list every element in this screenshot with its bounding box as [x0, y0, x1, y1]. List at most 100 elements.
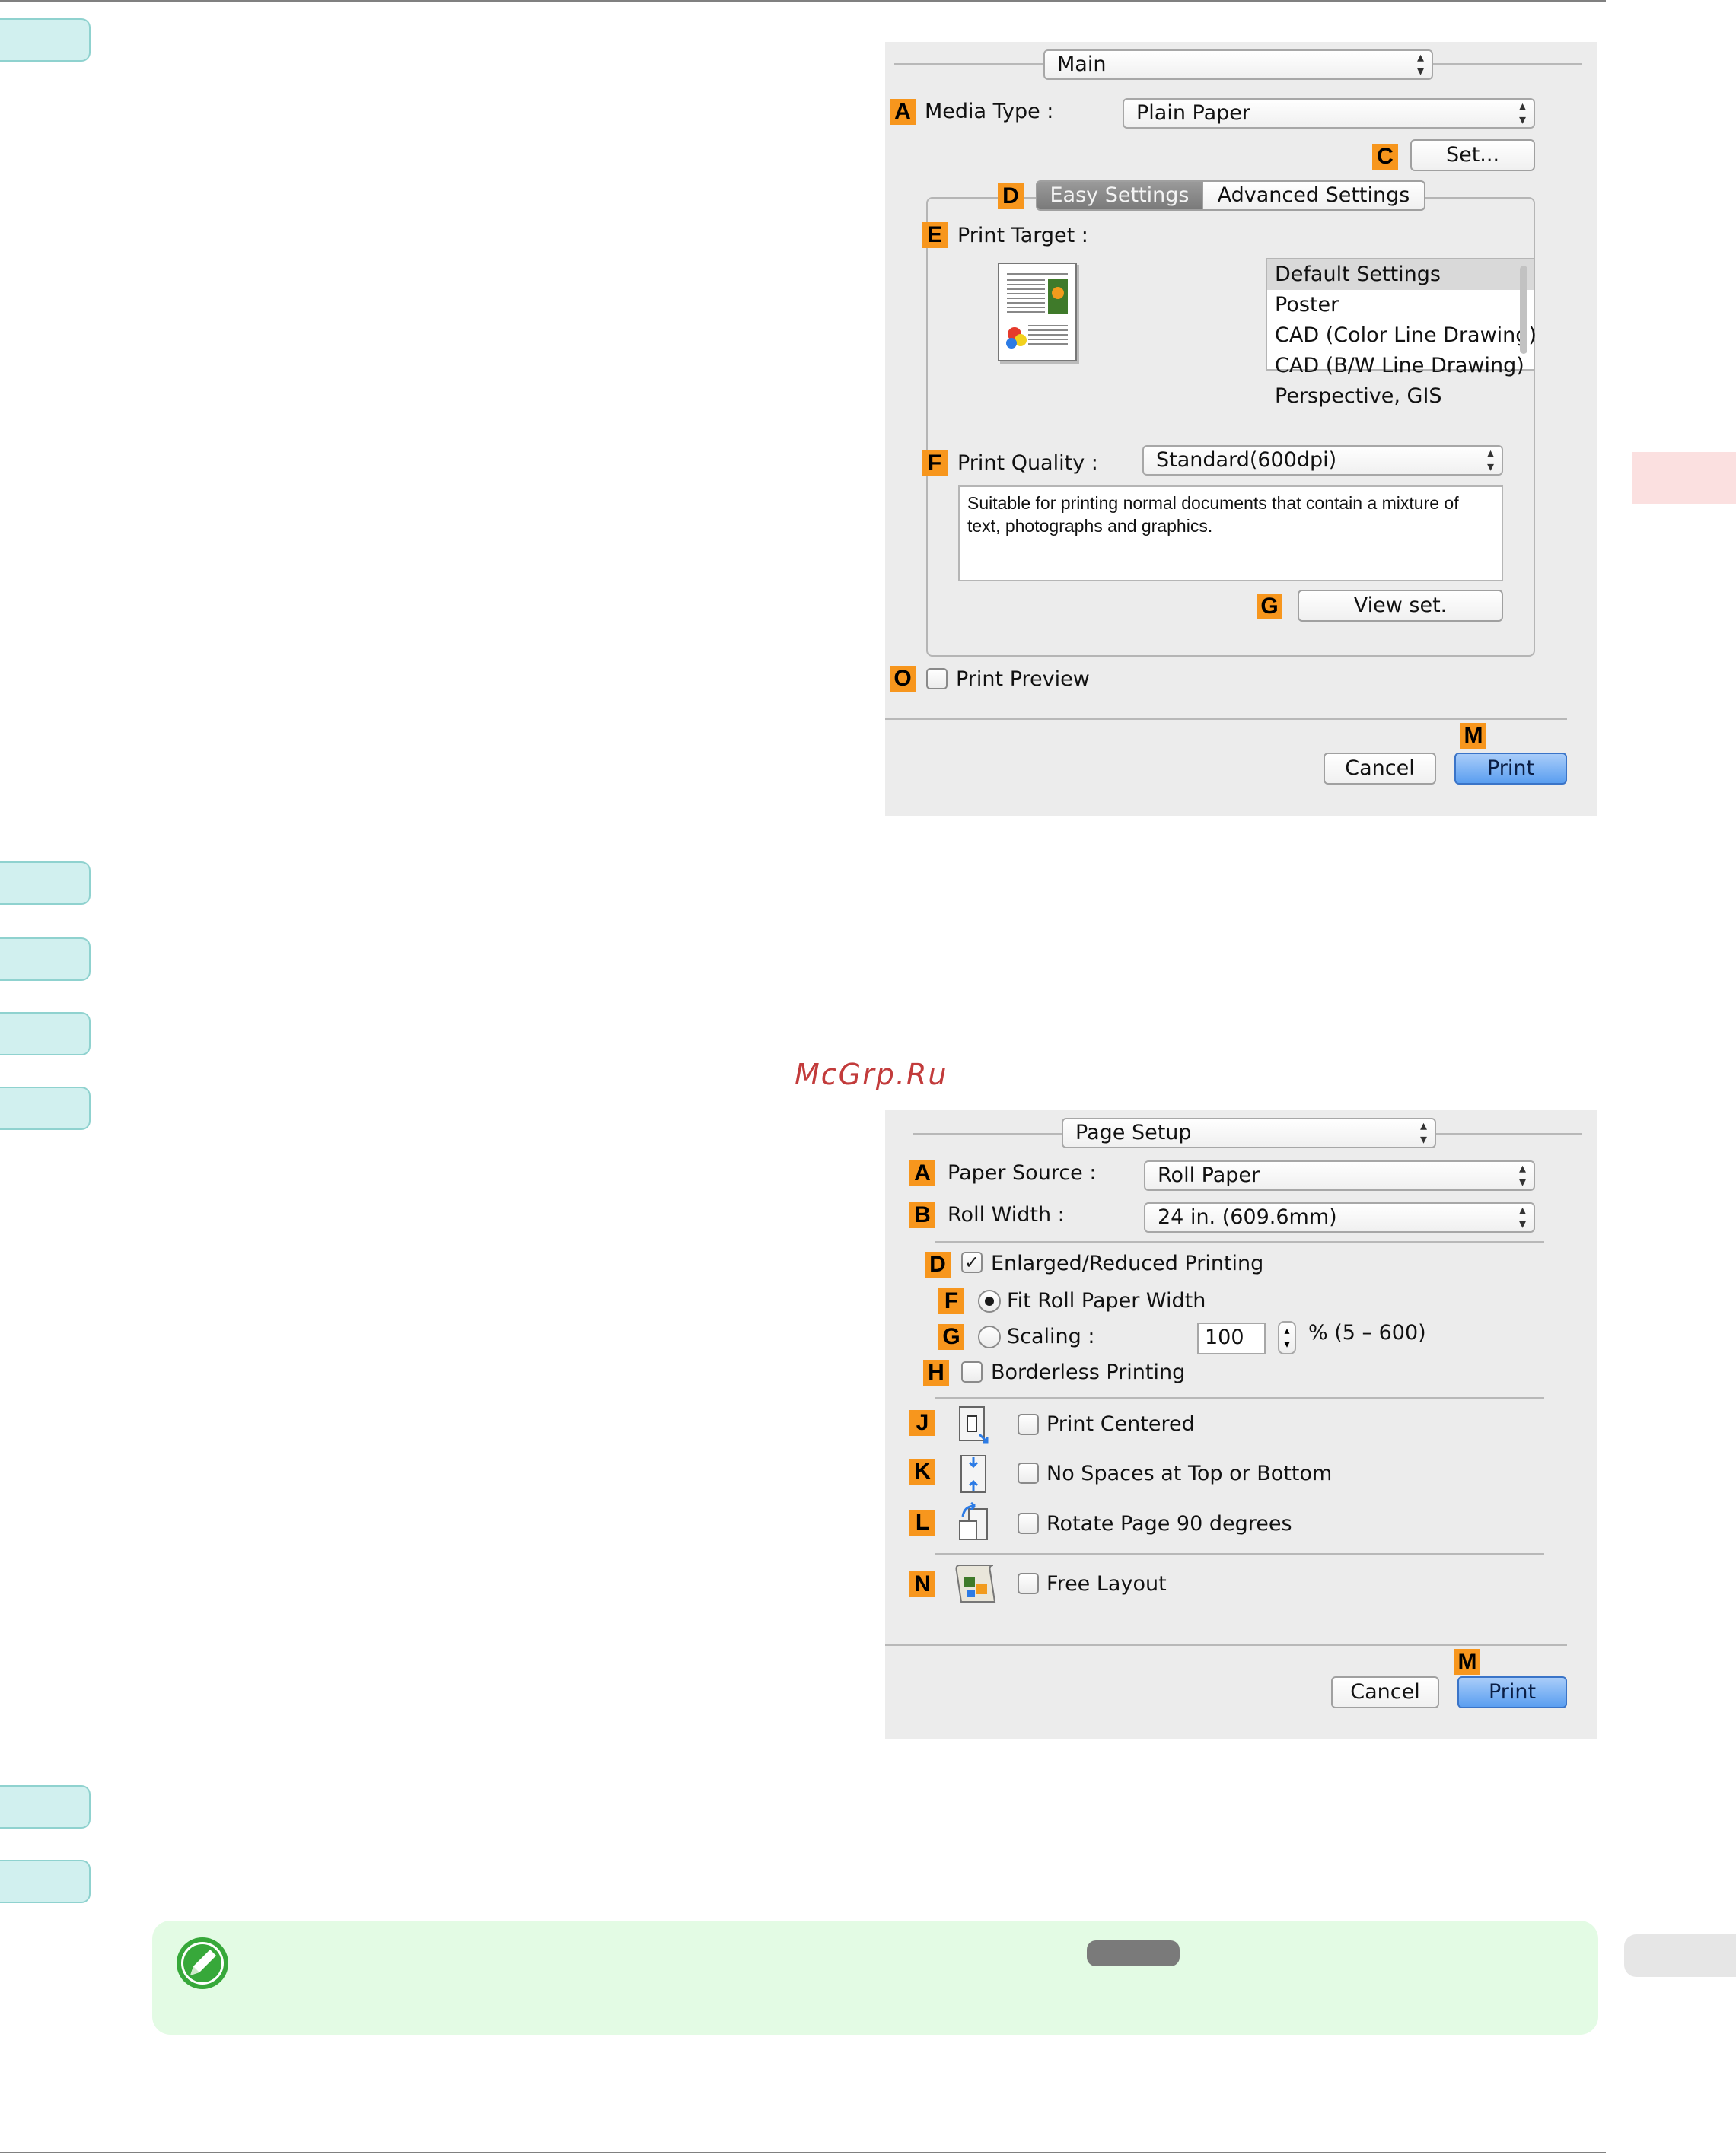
marker-j: J [909, 1410, 935, 1436]
list-item[interactable]: Default Settings [1267, 259, 1534, 290]
set-button[interactable]: Set... [1410, 139, 1535, 171]
fit-roll-paper-width-label: Fit Roll Paper Width [1007, 1289, 1206, 1313]
print-target-preview-image [998, 263, 1077, 361]
media-type-label: Media Type : [925, 100, 1054, 123]
cancel-button[interactable]: Cancel [1324, 753, 1436, 785]
updown-arrows-icon: ▴ ▾ [1419, 1118, 1427, 1148]
free-layout-checkbox[interactable] [1018, 1573, 1039, 1594]
marker-g: G [1257, 594, 1282, 619]
watermark: McGrp.Ru [795, 1058, 948, 1091]
marker-n: N [909, 1571, 935, 1597]
updown-arrows-icon: ▴ ▾ [1416, 49, 1424, 79]
updown-arrows-icon: ▴ ▾ [1518, 1202, 1526, 1232]
scaling-label: Scaling : [1007, 1325, 1095, 1348]
panel-select[interactable]: Page Setup ▴ ▾ [1062, 1118, 1436, 1148]
panel-separator-left [913, 1133, 1063, 1135]
step-tab-6 [0, 1785, 91, 1829]
rotate-page-icon [959, 1501, 988, 1540]
main-print-dialog: Main ▴ ▾ A Media Type : Plain Paper ▴ ▾ C … [885, 42, 1597, 816]
list-item[interactable]: CAD (Color Line Drawing) [1267, 320, 1537, 351]
borderless-printing-label: Borderless Printing [991, 1361, 1186, 1384]
paper-source-select[interactable]: Roll Paper ▴ ▾ [1144, 1160, 1535, 1191]
view-set-button[interactable]: View set. [1298, 590, 1503, 622]
updown-arrows-icon: ▴ ▾ [1518, 1160, 1526, 1190]
rotate-page-checkbox[interactable] [1018, 1513, 1039, 1534]
tab-advanced-settings[interactable]: Advanced Settings [1203, 180, 1425, 211]
marker-d: D [998, 183, 1024, 209]
fit-roll-paper-width-radio[interactable] [978, 1290, 1001, 1313]
top-rule [0, 0, 1606, 2]
scaling-radio[interactable] [978, 1326, 1001, 1348]
panel-separator-right [1436, 1133, 1582, 1135]
marker-m: M [1454, 1649, 1480, 1675]
section-separator-2 [935, 1397, 1544, 1399]
no-spaces-checkbox[interactable] [1018, 1463, 1039, 1484]
list-item[interactable]: CAD (B/W Line Drawing) [1267, 351, 1534, 381]
free-layout-label: Free Layout [1046, 1572, 1167, 1596]
note-box [152, 1921, 1598, 2035]
borderless-printing-checkbox[interactable] [961, 1361, 983, 1383]
print-target-list[interactable]: Default Settings Poster CAD (Color Line … [1266, 258, 1537, 408]
media-type-select[interactable]: Plain Paper ▴ ▾ [1123, 98, 1535, 129]
note-reference-badge [1087, 1940, 1180, 1966]
print-centered-label: Print Centered [1046, 1412, 1195, 1436]
print-centered-checkbox[interactable] [1018, 1414, 1039, 1435]
marker-g: G [938, 1324, 964, 1350]
step-tab-4 [0, 1012, 91, 1055]
panel-select[interactable]: Main ▴ ▾ [1043, 49, 1433, 80]
no-spaces-label: No Spaces at Top or Bottom [1046, 1462, 1333, 1485]
marker-a: A [890, 99, 916, 125]
scaling-input[interactable]: 100 [1197, 1323, 1266, 1354]
marker-k: K [909, 1459, 935, 1485]
list-item[interactable]: Poster [1267, 290, 1534, 320]
quality-description-text: Suitable for printing normal documents t… [958, 485, 1503, 581]
scaling-range-label: % (5 – 600) [1308, 1321, 1426, 1345]
roll-width-select[interactable]: 24 in. (609.6mm) ▴ ▾ [1144, 1202, 1535, 1233]
updown-arrows-icon: ▴ ▾ [1518, 98, 1526, 128]
marker-f: F [938, 1288, 964, 1314]
marker-e: E [922, 222, 948, 248]
print-preview-label: Print Preview [956, 667, 1090, 691]
print-button[interactable]: Print [1457, 1676, 1567, 1708]
print-preview-checkbox[interactable] [926, 668, 948, 689]
marker-a: A [909, 1160, 935, 1186]
step-tab-7 [0, 1860, 91, 1903]
print-centered-icon [959, 1406, 989, 1444]
marker-f: F [922, 450, 948, 476]
print-button[interactable]: Print [1454, 753, 1567, 785]
step-tab-3 [0, 937, 91, 981]
marker-b: B [909, 1202, 935, 1228]
footer-separator [885, 1644, 1567, 1646]
pencil-note-icon [177, 1937, 228, 1989]
roll-width-label: Roll Width : [948, 1203, 1065, 1227]
print-quality-select[interactable]: Standard(600dpi) ▴ ▾ [1142, 445, 1503, 476]
marker-c: C [1372, 144, 1398, 170]
no-spaces-icon [960, 1455, 986, 1493]
enlarged-reduced-checkbox[interactable]: ✓ [961, 1252, 983, 1273]
scaling-stepper[interactable]: ▴ ▾ [1278, 1321, 1296, 1354]
updown-arrows-icon: ▴ ▾ [1486, 445, 1494, 475]
chapter-side-tab [1632, 452, 1736, 504]
free-layout-icon [955, 1565, 996, 1603]
section-separator-1 [935, 1241, 1544, 1243]
print-quality-label: Print Quality : [957, 451, 1098, 475]
list-scrollbar[interactable] [1520, 266, 1527, 354]
page-setup-dialog: Page Setup ▴ ▾ A Paper Source : Roll Pape… [885, 1110, 1597, 1739]
marker-h: H [923, 1360, 949, 1386]
rotate-page-label: Rotate Page 90 degrees [1046, 1512, 1292, 1536]
section-separator-3 [935, 1553, 1544, 1555]
list-item[interactable]: Perspective, GIS [1267, 381, 1534, 412]
panel-separator-left [894, 63, 1054, 65]
enlarged-reduced-label: Enlarged/Reduced Printing [991, 1252, 1264, 1275]
cancel-button[interactable]: Cancel [1331, 1676, 1439, 1708]
paper-source-label: Paper Source : [948, 1161, 1097, 1185]
step-tab-5 [0, 1087, 91, 1130]
panel-separator-right [1433, 63, 1582, 65]
document-thumbnail-icon [1006, 273, 1068, 349]
tab-easy-settings[interactable]: Easy Settings [1036, 180, 1203, 211]
step-tab-1 [0, 18, 91, 62]
marker-o: O [890, 666, 916, 692]
page-side-tab [1624, 1934, 1736, 1977]
bottom-rule [0, 2152, 1606, 2153]
step-tab-2 [0, 861, 91, 905]
